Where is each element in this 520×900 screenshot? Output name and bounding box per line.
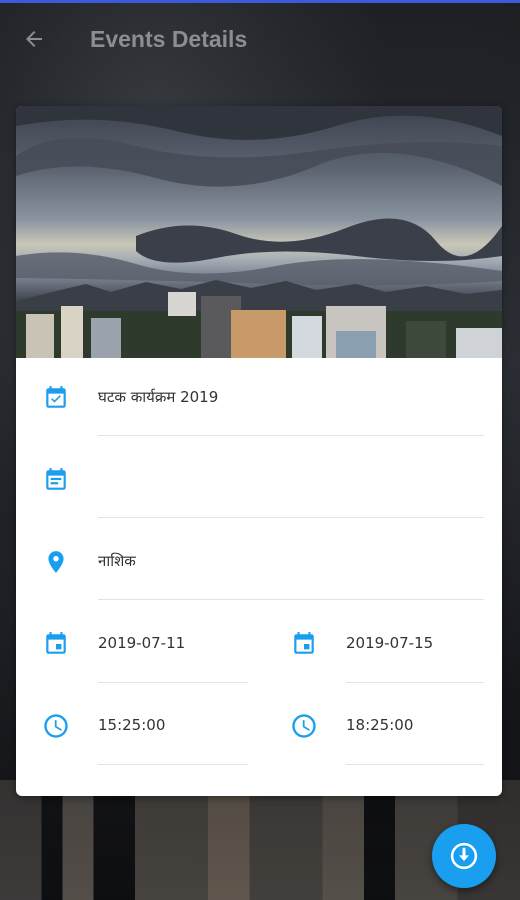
calendar-event-icon <box>42 630 70 658</box>
start-date-field[interactable]: 2019-07-11 <box>16 604 266 686</box>
event-dates-row: 2019-07-11 2019-07-15 <box>16 604 502 686</box>
event-times-row: 15:25:00 18:25:00 <box>16 686 502 768</box>
clock-icon <box>42 712 70 740</box>
clock-icon <box>290 712 318 740</box>
page-title: Events Details <box>90 25 248 52</box>
event-location-row: नाशिक <box>16 522 502 604</box>
divider <box>346 764 484 765</box>
back-button[interactable] <box>14 19 54 59</box>
end-date-value: 2019-07-15 <box>346 634 434 652</box>
divider <box>98 682 248 683</box>
end-time-value: 18:25:00 <box>346 716 414 734</box>
event-location-field[interactable]: नाशिक <box>98 522 484 600</box>
calendar-check-icon <box>42 384 70 412</box>
start-time-field[interactable]: 15:25:00 <box>16 686 266 768</box>
event-description-row <box>16 440 502 522</box>
app-bar: Events Details <box>0 3 520 75</box>
event-cover-image <box>16 106 502 358</box>
end-date-field[interactable]: 2019-07-15 <box>264 604 502 686</box>
event-name-field[interactable]: घटक कार्यक्रम 2019 <box>98 358 484 436</box>
arrow-back-icon <box>26 31 42 47</box>
location-pin-icon <box>42 548 70 576</box>
divider <box>98 764 248 765</box>
start-date-value: 2019-07-11 <box>98 634 186 652</box>
end-time-field[interactable]: 18:25:00 <box>264 686 502 768</box>
calendar-event-icon <box>290 630 318 658</box>
divider <box>346 682 484 683</box>
event-description-field[interactable] <box>98 440 484 518</box>
download-fab-button[interactable] <box>432 824 496 888</box>
event-details-card: घटक कार्यक्रम 2019 नाशिक 2019-07-11 2019… <box>16 106 502 796</box>
event-name-value: घटक कार्यक्रम 2019 <box>98 387 219 406</box>
event-name-row: घटक कार्यक्रम 2019 <box>16 358 502 440</box>
event-note-icon <box>42 466 70 494</box>
download-circle-icon <box>450 842 478 870</box>
event-location-value: नाशिक <box>98 551 136 570</box>
start-time-value: 15:25:00 <box>98 716 166 734</box>
